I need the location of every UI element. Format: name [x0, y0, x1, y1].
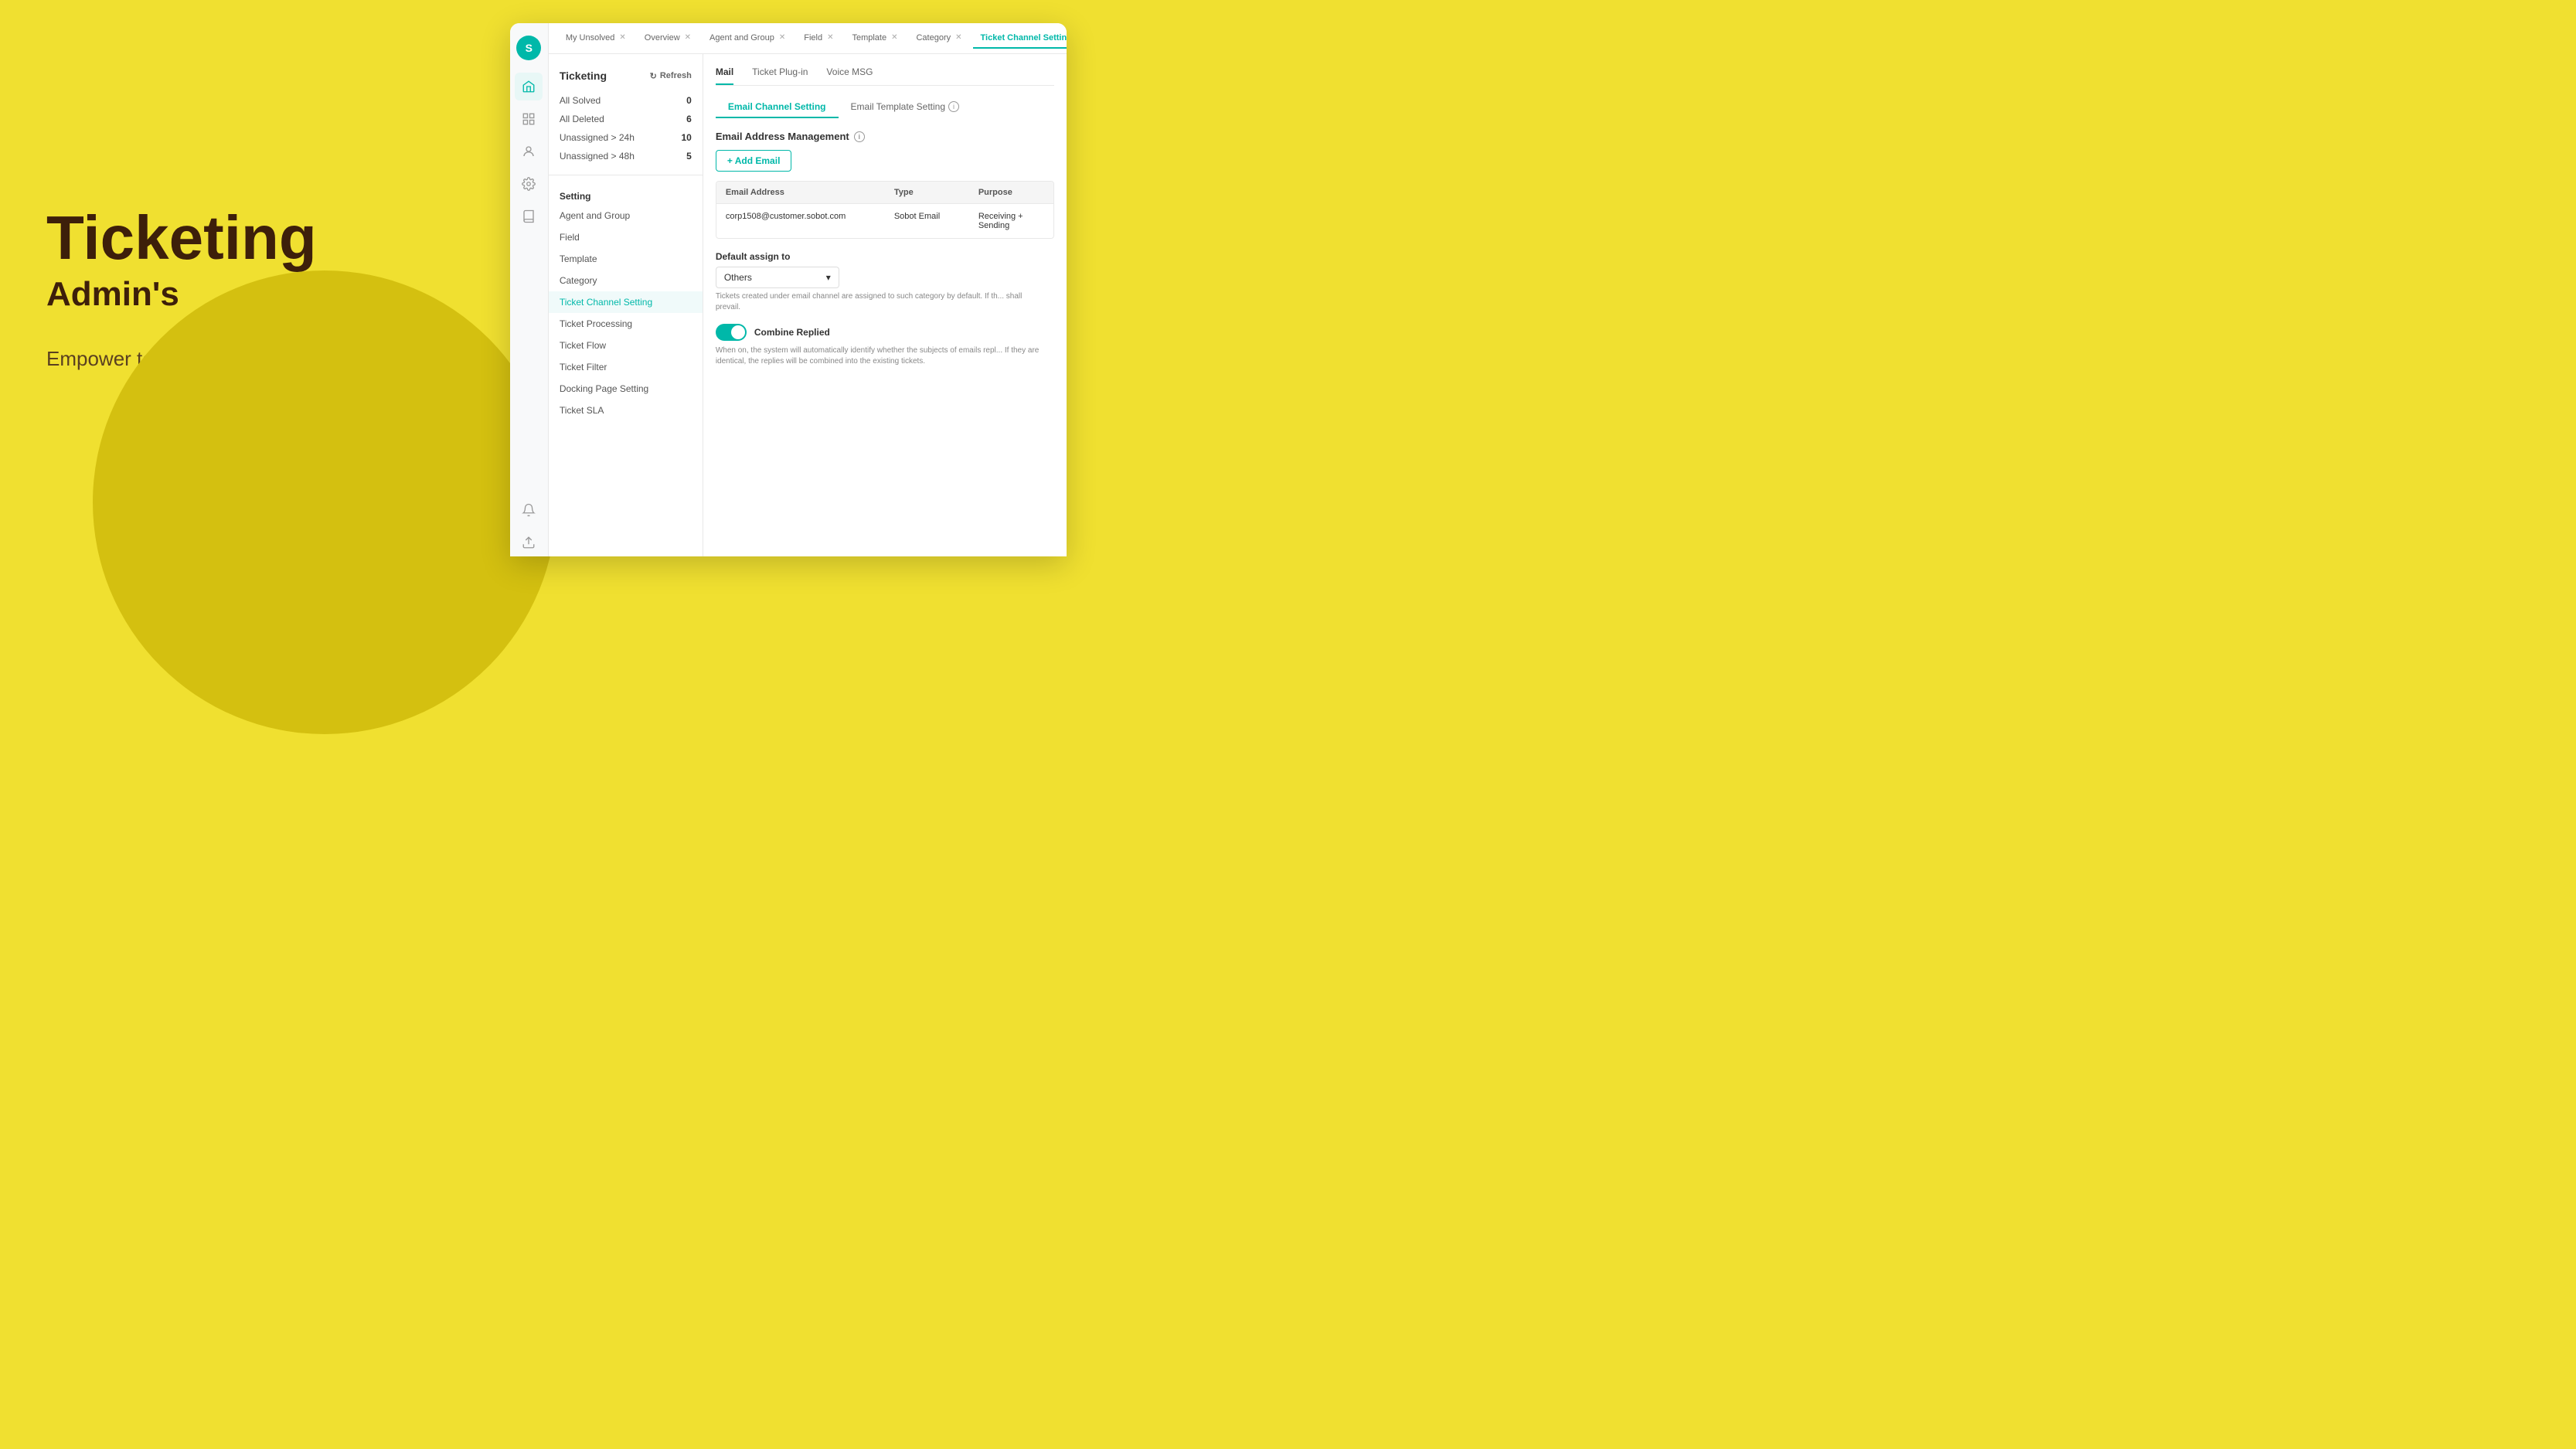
sidebar-icon-grid[interactable] [515, 105, 543, 133]
section-tab-email-template[interactable]: Email Template Setting i [839, 97, 972, 118]
nav-item-ticket-filter[interactable]: Ticket Filter [549, 356, 703, 378]
stat-all-solved: All Solved 0 [549, 91, 703, 110]
sidebar-icon-bell[interactable] [515, 496, 543, 524]
email-col-header: Email Address [716, 182, 885, 203]
info-icon: i [948, 101, 959, 112]
tab-close-icon[interactable]: ✕ [619, 33, 625, 42]
assign-select[interactable]: Others ▾ [716, 267, 839, 288]
nav-item-template[interactable]: Template [549, 248, 703, 270]
refresh-button[interactable]: ↻ Refresh [650, 71, 692, 81]
email-management-title: Email Address Management i [716, 131, 1054, 142]
nav-item-ticket-flow[interactable]: Ticket Flow [549, 335, 703, 356]
chevron-down-icon: ▾ [826, 272, 831, 283]
purpose-cell: Receiving + Sending [969, 204, 1053, 238]
combine-replied-label: Combine Replied [754, 327, 830, 338]
section-tabs: Email Channel Setting Email Template Set… [716, 97, 1054, 118]
tab-overview[interactable]: Overview ✕ [637, 29, 699, 49]
tab-template[interactable]: Template ✕ [844, 29, 905, 49]
section-tab-email-channel[interactable]: Email Channel Setting [716, 97, 839, 118]
tab-agent-group[interactable]: Agent and Group ✕ [702, 29, 793, 49]
assign-desc: Tickets created under email channel are … [716, 291, 1040, 313]
app-window: S [510, 23, 1067, 556]
toggle-row: Combine Replied [716, 324, 1054, 341]
table-row: corp1508@customer.sobot.com Sobot Email … [716, 204, 1053, 238]
tab-field[interactable]: Field ✕ [796, 29, 841, 49]
tab-close-icon[interactable]: ✕ [685, 33, 691, 42]
nav-item-docking-page[interactable]: Docking Page Setting [549, 378, 703, 400]
assign-section: Default assign to Others ▾ Tickets creat… [716, 251, 1054, 313]
avatar[interactable]: S [516, 36, 541, 60]
sidebar-icon-home[interactable] [515, 73, 543, 100]
refresh-icon: ↻ [650, 71, 657, 81]
right-panel: S [495, 0, 1067, 580]
sub-nav-voice-msg[interactable]: Voice MSG [826, 66, 873, 85]
assign-label: Default assign to [716, 251, 1054, 262]
email-table-header: Email Address Type Purpose [716, 182, 1053, 204]
nav-stats: All Solved 0 All Deleted 6 Unassigned > … [549, 88, 703, 168]
tab-my-unsolved[interactable]: My Unsolved ✕ [558, 29, 634, 49]
sidebar-icon-book[interactable] [515, 202, 543, 230]
toggle-section: Combine Replied When on, the system will… [716, 324, 1054, 367]
sidebar-icon-settings[interactable] [515, 170, 543, 198]
combine-replied-toggle[interactable] [716, 324, 747, 341]
tab-ticket-channel-setting[interactable]: Ticket Channel Setting ✕ [973, 29, 1067, 49]
tab-close-icon[interactable]: ✕ [779, 33, 785, 42]
sub-nav-ticket-plugin[interactable]: Ticket Plug-in [752, 66, 808, 85]
stat-unassigned-24h: Unassigned > 24h 10 [549, 128, 703, 147]
main-content: My Unsolved ✕ Overview ✕ Agent and Group… [549, 23, 1067, 556]
stat-all-deleted: All Deleted 6 [549, 110, 703, 128]
content-area: Ticketing ↻ Refresh All Solved 0 All Del… [549, 54, 1067, 556]
stat-unassigned-48h: Unassigned > 48h 5 [549, 147, 703, 165]
tab-category[interactable]: Category ✕ [908, 29, 969, 49]
nav-item-agent-group[interactable]: Agent and Group [549, 205, 703, 226]
email-cell: corp1508@customer.sobot.com [716, 204, 885, 238]
nav-panel: Ticketing ↻ Refresh All Solved 0 All Del… [549, 54, 703, 556]
main-panel: Mail Ticket Plug-in Voice MSG Email Chan… [703, 54, 1067, 556]
tab-close-icon[interactable]: ✕ [827, 33, 833, 42]
sidebar-icon-user[interactable] [515, 138, 543, 165]
nav-title: Ticketing [560, 70, 607, 82]
sub-nav-mail[interactable]: Mail [716, 66, 733, 85]
sub-nav: Mail Ticket Plug-in Voice MSG [716, 66, 1054, 86]
nav-header: Ticketing ↻ Refresh [549, 63, 703, 88]
bg-decoration [93, 270, 556, 734]
nav-item-ticket-sla[interactable]: Ticket SLA [549, 400, 703, 421]
nav-item-ticket-processing[interactable]: Ticket Processing [549, 313, 703, 335]
sidebar-icons: S [510, 23, 549, 556]
add-email-button[interactable]: + Add Email [716, 150, 792, 172]
email-info-icon: i [854, 131, 865, 142]
tab-close-icon[interactable]: ✕ [891, 33, 897, 42]
tab-close-icon[interactable]: ✕ [955, 33, 961, 42]
email-table: Email Address Type Purpose corp1508@cust… [716, 181, 1054, 239]
type-col-header: Type [885, 182, 969, 203]
tab-bar: My Unsolved ✕ Overview ✕ Agent and Group… [549, 23, 1067, 54]
nav-item-category[interactable]: Category [549, 270, 703, 291]
purpose-col-header: Purpose [969, 182, 1053, 203]
type-cell: Sobot Email [885, 204, 969, 238]
left-panel: Ticketing Admin's Empower teams with str… [0, 0, 495, 580]
main-title: Ticketing [46, 207, 448, 269]
nav-section-title: Setting [549, 182, 703, 205]
nav-item-field[interactable]: Field [549, 226, 703, 248]
sidebar-icon-upload[interactable] [515, 529, 543, 556]
combine-replied-desc: When on, the system will automatically i… [716, 345, 1040, 367]
nav-item-ticket-channel-setting[interactable]: Ticket Channel Setting [549, 291, 703, 313]
